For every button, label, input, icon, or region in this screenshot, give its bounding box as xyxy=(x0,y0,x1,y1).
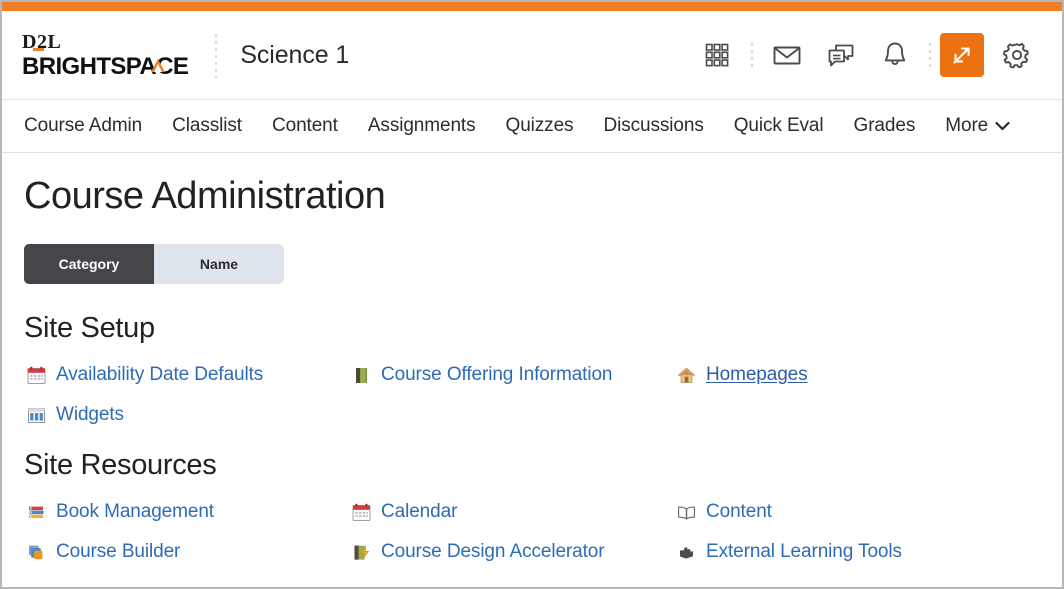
link-course-builder[interactable]: Course Builder xyxy=(24,532,349,572)
logo-orange-chevron-icon xyxy=(151,58,165,72)
nav-item-discussions[interactable]: Discussions xyxy=(588,115,718,137)
puzzle-piece-icon xyxy=(676,542,696,562)
nav-item-quizzes[interactable]: Quizzes xyxy=(491,115,589,137)
nav-more-label: More xyxy=(945,115,989,136)
waffle-menu-icon[interactable] xyxy=(690,28,744,82)
course-title: Science 1 xyxy=(240,40,350,69)
link-availability-date-defaults[interactable]: Availability Date Defaults xyxy=(24,355,349,395)
link-homepages[interactable]: Homepages xyxy=(674,355,1040,395)
section-heading-site-setup: Site Setup xyxy=(24,312,155,344)
link-label: Widgets xyxy=(56,404,124,425)
link-label: Calendar xyxy=(381,501,458,522)
nav-item-content[interactable]: Content xyxy=(257,115,353,137)
calendar-icon xyxy=(26,365,46,385)
bell-icon[interactable] xyxy=(868,28,922,82)
logo-d2l-text: D2L xyxy=(22,32,188,52)
link-course-design-accelerator[interactable]: Course Design Accelerator xyxy=(349,532,674,572)
view-toggle-group: Category Name xyxy=(24,244,284,284)
link-calendar[interactable]: Calendar xyxy=(349,492,674,532)
layers-icon xyxy=(26,542,46,562)
swap-arrows-icon[interactable] xyxy=(940,33,984,77)
site-setup-link-grid: Availability Date Defaults Course Offeri… xyxy=(24,355,1040,435)
link-label: Content xyxy=(706,501,772,522)
nav-item-quick-eval[interactable]: Quick Eval xyxy=(719,115,839,137)
page-header: D2L BRIGHTSPACE Science 1 xyxy=(2,11,1062,99)
link-label: Availability Date Defaults xyxy=(56,364,264,385)
logo-orange-underline xyxy=(33,48,44,51)
course-navbar: Course Admin Classlist Content Assignmen… xyxy=(2,99,1062,153)
toggle-name-button[interactable]: Name xyxy=(154,244,284,284)
brightspace-logo[interactable]: D2L BRIGHTSPACE xyxy=(22,32,189,79)
calendar-icon xyxy=(351,502,371,522)
nav-item-classlist[interactable]: Classlist xyxy=(157,115,257,137)
chat-bubbles-icon[interactable] xyxy=(814,28,868,82)
link-label: Course Design Accelerator xyxy=(381,541,605,562)
link-external-learning-tools[interactable]: External Learning Tools xyxy=(674,532,1040,572)
site-resources-link-grid: Book Management Calendar Content Course … xyxy=(24,492,1040,572)
open-book-icon xyxy=(676,502,696,522)
main-content: Course Administration Category Name Site… xyxy=(2,153,1062,572)
toggle-category-button[interactable]: Category xyxy=(24,244,154,284)
page-title: Course Administration xyxy=(24,175,386,217)
nav-item-more[interactable]: More xyxy=(930,115,1025,137)
header-divider-dots xyxy=(214,32,219,78)
book-stack-icon xyxy=(26,502,46,522)
link-course-offering-information[interactable]: Course Offering Information xyxy=(349,355,674,395)
link-label: Course Builder xyxy=(56,541,181,562)
link-widgets[interactable]: Widgets xyxy=(24,395,349,435)
header-icon-divider-2 xyxy=(928,41,932,69)
browser-page: D2L BRIGHTSPACE Science 1 Course Admin C… xyxy=(0,0,1064,589)
widgets-icon xyxy=(26,405,46,425)
book-closed-icon xyxy=(351,365,371,385)
grid-filler xyxy=(674,395,1040,435)
link-label: Book Management xyxy=(56,501,214,522)
link-label: External Learning Tools xyxy=(706,541,902,562)
book-bolt-icon xyxy=(351,542,371,562)
nav-item-assignments[interactable]: Assignments xyxy=(353,115,491,137)
nav-item-grades[interactable]: Grades xyxy=(839,115,931,137)
link-book-management[interactable]: Book Management xyxy=(24,492,349,532)
link-label: Course Offering Information xyxy=(381,364,613,385)
nav-item-course-admin[interactable]: Course Admin xyxy=(22,115,157,137)
header-icon-bar xyxy=(690,28,1044,82)
house-icon xyxy=(676,365,696,385)
header-icon-divider-1 xyxy=(750,41,754,69)
chevron-down-icon xyxy=(995,121,1010,131)
link-label: Homepages xyxy=(706,364,808,385)
top-accent-bar xyxy=(2,2,1062,11)
gear-icon[interactable] xyxy=(990,28,1044,82)
logo-brightspace-text: BRIGHTSPACE xyxy=(22,54,189,79)
envelope-icon[interactable] xyxy=(760,28,814,82)
section-heading-site-resources: Site Resources xyxy=(24,449,217,481)
grid-filler xyxy=(349,395,674,435)
link-content[interactable]: Content xyxy=(674,492,1040,532)
